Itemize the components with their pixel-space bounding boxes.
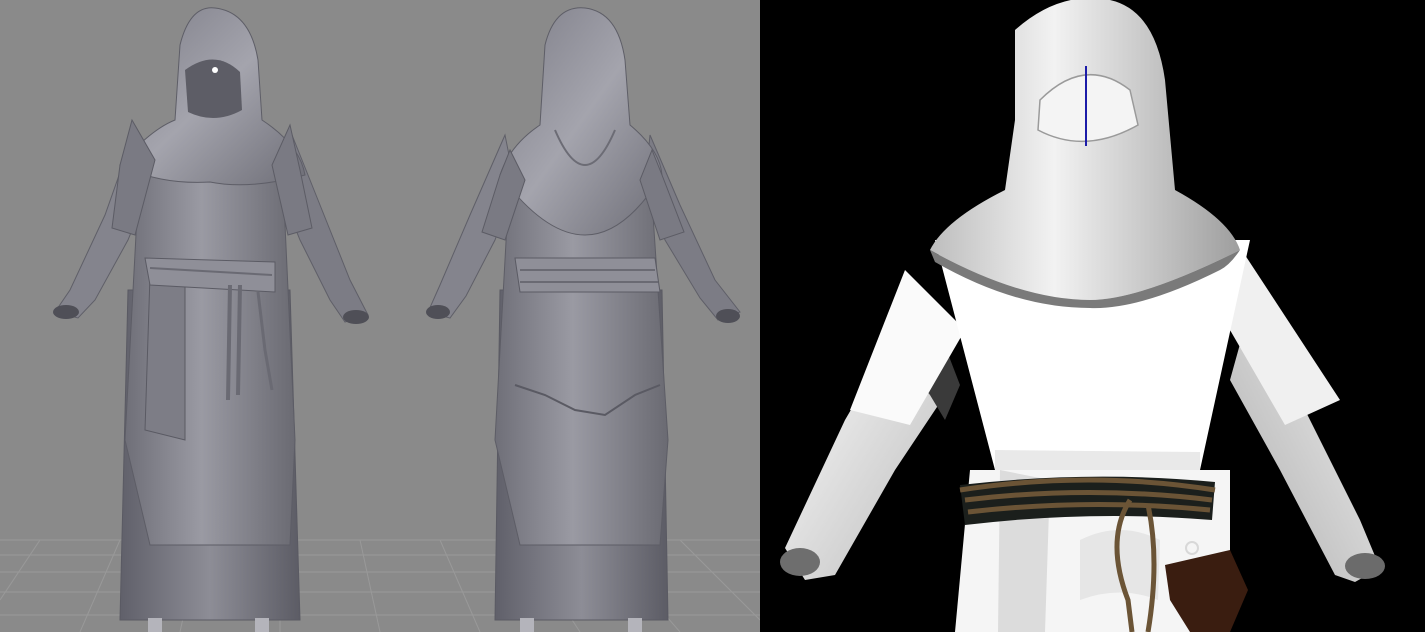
textured-viewport	[760, 0, 1425, 632]
pivot-dot	[212, 67, 218, 73]
left-sleeve-opening	[780, 548, 820, 576]
clay-viewport	[0, 0, 760, 632]
render-comparison	[0, 0, 1425, 632]
textured-viewport-canvas	[760, 0, 1425, 632]
right-sleeve-opening	[1345, 553, 1385, 579]
clay-viewport-canvas	[0, 0, 760, 632]
